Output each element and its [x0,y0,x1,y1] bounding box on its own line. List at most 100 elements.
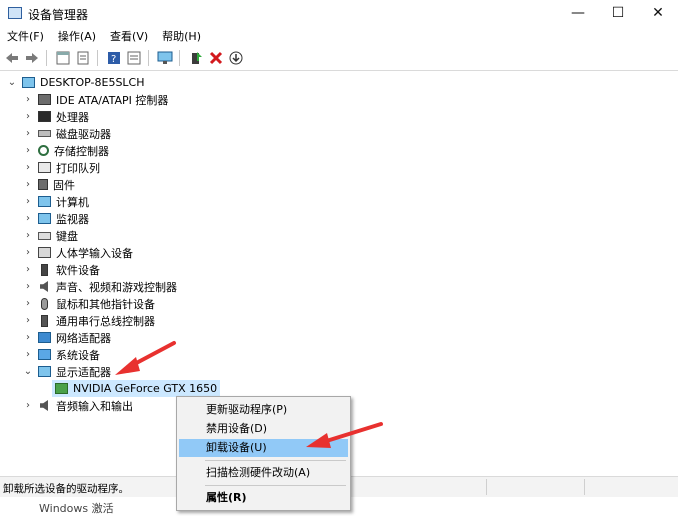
tree-category-processor[interactable]: › 处理器 [22,108,89,125]
tree-category-printer[interactable]: › 打印队列 [22,159,100,176]
computer-icon [38,196,51,207]
menu-properties[interactable]: 属性(R) [179,489,348,507]
tree-category-keyboard[interactable]: › 键盘 [22,227,78,244]
download-icon[interactable] [228,50,244,66]
chevron-right-icon[interactable]: › [22,281,34,293]
menu-file[interactable]: 文件(F) [0,28,51,46]
minimize-button[interactable]: — [558,0,598,26]
toolbar-separator [97,50,98,66]
category-label: 鼠标和其他指针设备 [56,297,155,311]
computer-root-icon [22,77,35,88]
software-device-icon [41,263,48,276]
tree-category-hid[interactable]: › 人体学输入设备 [22,244,133,261]
monitor-scan-icon[interactable] [157,50,173,66]
menu-scan-hardware[interactable]: 扫描检测硬件改动(A) [179,464,348,482]
processor-icon [38,111,51,122]
tree-category-disk[interactable]: › 磁盘驱动器 [22,125,111,142]
forward-arrow-icon[interactable] [24,50,40,66]
tree-category-usb[interactable]: › 通用串行总线控制器 [22,312,155,329]
firmware-icon [38,179,48,190]
toolbar-separator [46,50,47,66]
menu-action[interactable]: 操作(A) [51,28,103,46]
tree-device-gpu[interactable]: NVIDIA GeForce GTX 1650 [52,380,221,397]
hid-icon [38,247,51,258]
uninstall-x-icon[interactable] [208,50,224,66]
printer-icon [38,162,51,173]
menu-update-driver[interactable]: 更新驱动程序(P) [179,401,348,419]
menu-disable-device[interactable]: 禁用设备(D) [179,420,348,438]
tree-category-monitor[interactable]: › 监视器 [22,210,89,227]
menu-uninstall-device[interactable]: 卸载设备(U) [179,439,348,457]
display-adapter-icon [38,366,51,377]
tree-category-ide[interactable]: › IDE ATA/ATAPI 控制器 [22,91,168,108]
maximize-icon: ☐ [611,5,625,21]
tree-category-display[interactable]: ⌄ 显示适配器 [22,363,111,380]
back-arrow-icon[interactable] [4,50,20,66]
status-divider [486,479,487,495]
chevron-right-icon[interactable]: › [22,162,34,174]
tree-root[interactable]: ⌄ DESKTOP-8E5SLCH [6,74,145,91]
chevron-right-icon[interactable]: › [22,298,34,310]
monitor-icon [38,213,51,224]
view-icon[interactable] [75,50,91,66]
chevron-right-icon[interactable]: › [22,213,34,225]
menu-bar: 文件(F) 操作(A) 查看(V) 帮助(H) [0,28,678,46]
chevron-right-icon[interactable]: › [22,264,34,276]
sound-icon [40,281,48,292]
properties-icon[interactable] [55,50,71,66]
category-label: 处理器 [56,110,89,124]
tree-category-computer[interactable]: › 计算机 [22,193,89,210]
category-label: 键盘 [56,229,78,243]
tree-category-firmware[interactable]: › 固件 [22,176,75,193]
chevron-right-icon[interactable]: › [22,145,34,157]
category-label: 网络适配器 [56,331,111,345]
toolbar-separator [179,50,180,66]
status-divider [584,479,585,495]
tree-category-mouse[interactable]: › 鼠标和其他指针设备 [22,295,155,312]
chevron-right-icon[interactable]: › [22,247,34,259]
tree-category-network[interactable]: › 网络适配器 [22,329,111,346]
tree-category-sound[interactable]: › 声音、视频和游戏控制器 [22,278,177,295]
chevron-right-icon[interactable]: › [22,349,34,361]
minimize-icon: — [571,5,585,21]
chevron-right-icon[interactable]: › [22,94,34,106]
device-manager-app-icon [8,7,22,19]
help-icon[interactable]: ? [106,50,122,66]
disk-drive-icon [38,130,51,137]
update-driver-icon[interactable] [188,50,204,66]
chevron-right-icon[interactable]: › [22,332,34,344]
chevron-down-icon[interactable]: ⌄ [6,77,18,89]
tree-category-storage[interactable]: › 存储控制器 [22,142,109,159]
category-label: 声音、视频和游戏控制器 [56,280,177,294]
menu-help[interactable]: 帮助(H) [155,28,208,46]
category-label: 打印队列 [56,161,100,175]
activation-watermark: Windows 激活 [39,502,114,515]
chevron-right-icon[interactable]: › [22,400,34,412]
chevron-right-icon[interactable]: › [22,196,34,208]
chevron-down-icon[interactable]: ⌄ [22,366,34,378]
chevron-right-icon[interactable]: › [22,230,34,242]
tree-category-software[interactable]: › 软件设备 [22,261,100,278]
category-label: 计算机 [56,195,89,209]
category-label: 磁盘驱动器 [56,127,111,141]
close-icon: ✕ [652,5,664,21]
context-menu: 更新驱动程序(P) 禁用设备(D) 卸载设备(U) 扫描检测硬件改动(A) 属性… [176,396,351,511]
system-device-icon [38,349,51,360]
tree-category-system[interactable]: › 系统设备 [22,346,100,363]
category-label: IDE ATA/ATAPI 控制器 [56,93,169,107]
menu-view[interactable]: 查看(V) [103,28,155,46]
chevron-right-icon[interactable]: › [22,128,34,140]
view-list-icon[interactable] [126,50,142,66]
close-button[interactable]: ✕ [638,0,678,26]
audio-io-icon [40,400,48,411]
chevron-right-icon[interactable]: › [22,179,34,191]
maximize-button[interactable]: ☐ [598,0,638,26]
category-label: 人体学输入设备 [56,246,133,260]
tree-category-audio[interactable]: › 音频输入和输出 [22,397,133,414]
category-label: 通用串行总线控制器 [56,314,155,328]
category-label: 固件 [53,178,75,192]
chevron-right-icon[interactable]: › [22,111,34,123]
title-bar: 设备管理器 — ☐ ✕ [0,0,678,28]
category-label: 监视器 [56,212,89,226]
chevron-right-icon[interactable]: › [22,315,34,327]
